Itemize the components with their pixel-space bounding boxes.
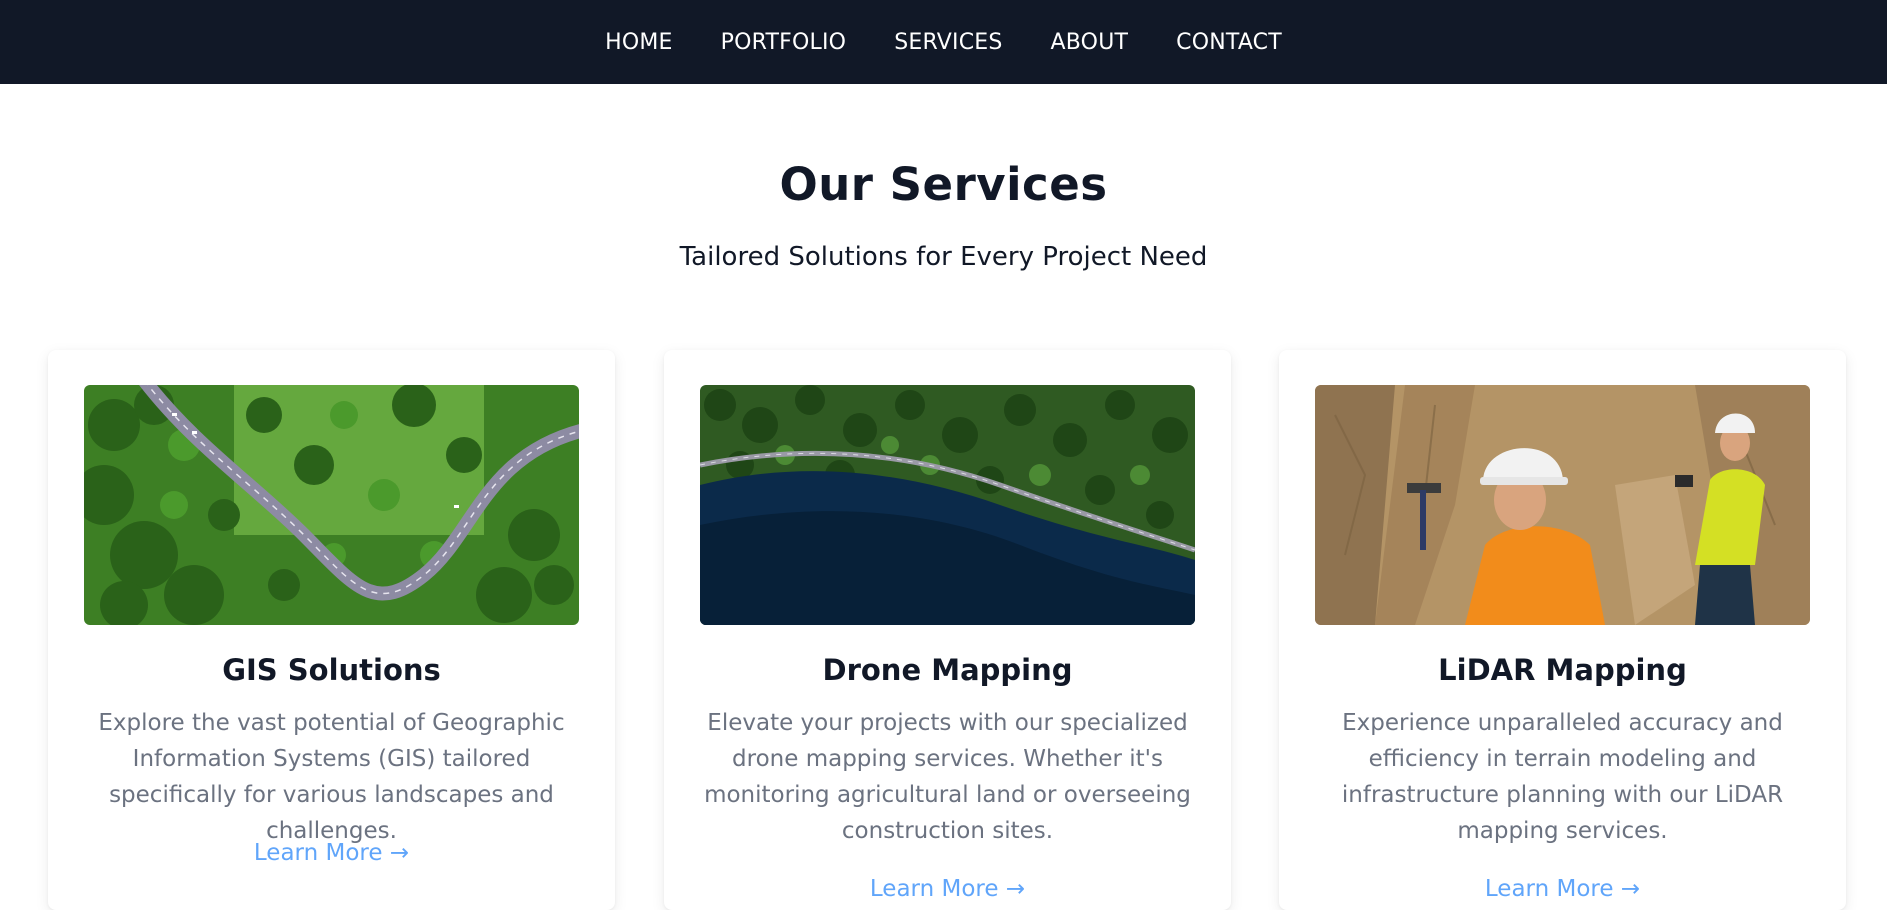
nav-menu: HOME PORTFOLIO SERVICES ABOUT CONTACT <box>605 30 1282 55</box>
lidar-learn-more-link[interactable]: Learn More → <box>1485 876 1640 902</box>
drone-card-title: Drone Mapping <box>822 653 1073 687</box>
gis-aerial-road-image <box>84 385 579 625</box>
nav-about-link[interactable]: ABOUT <box>1051 30 1129 55</box>
lidar-geologists-image <box>1315 385 1810 625</box>
nav-contact-link[interactable]: CONTACT <box>1176 30 1282 55</box>
nav-portfolio-link[interactable]: PORTFOLIO <box>721 30 847 55</box>
drone-learn-more-link[interactable]: Learn More → <box>870 876 1025 902</box>
lidar-learn-more: Learn More → <box>1279 876 1846 902</box>
services-heading: Our Services <box>779 158 1108 211</box>
drone-card-description: Elevate your projects with our specializ… <box>704 710 1191 844</box>
lidar-card-title: LiDAR Mapping <box>1438 653 1687 687</box>
nav-home-link[interactable]: HOME <box>605 30 673 55</box>
nav-services-link[interactable]: SERVICES <box>894 30 1002 55</box>
service-card-gis: GIS Solutions Explore the vast potential… <box>48 350 615 910</box>
services-subtitle: Tailored Solutions for Every Project Nee… <box>679 242 1208 272</box>
drone-learn-more: Learn More → <box>664 876 1231 902</box>
gis-learn-more-link[interactable]: Learn More → <box>254 840 409 866</box>
service-card-drone: Drone Mapping Elevate your projects with… <box>664 350 1231 910</box>
service-card-lidar: LiDAR Mapping Experience unparalleled ac… <box>1279 350 1846 910</box>
gis-learn-more: Learn More → <box>48 840 615 866</box>
gis-card-description: Explore the vast potential of Geographic… <box>98 710 565 844</box>
lidar-card-description: Experience unparalleled accuracy and eff… <box>1341 710 1784 844</box>
top-navbar: HOME PORTFOLIO SERVICES ABOUT CONTACT <box>0 0 1887 84</box>
gis-card-title: GIS Solutions <box>222 653 441 687</box>
drone-aerial-lake-image <box>700 385 1195 625</box>
